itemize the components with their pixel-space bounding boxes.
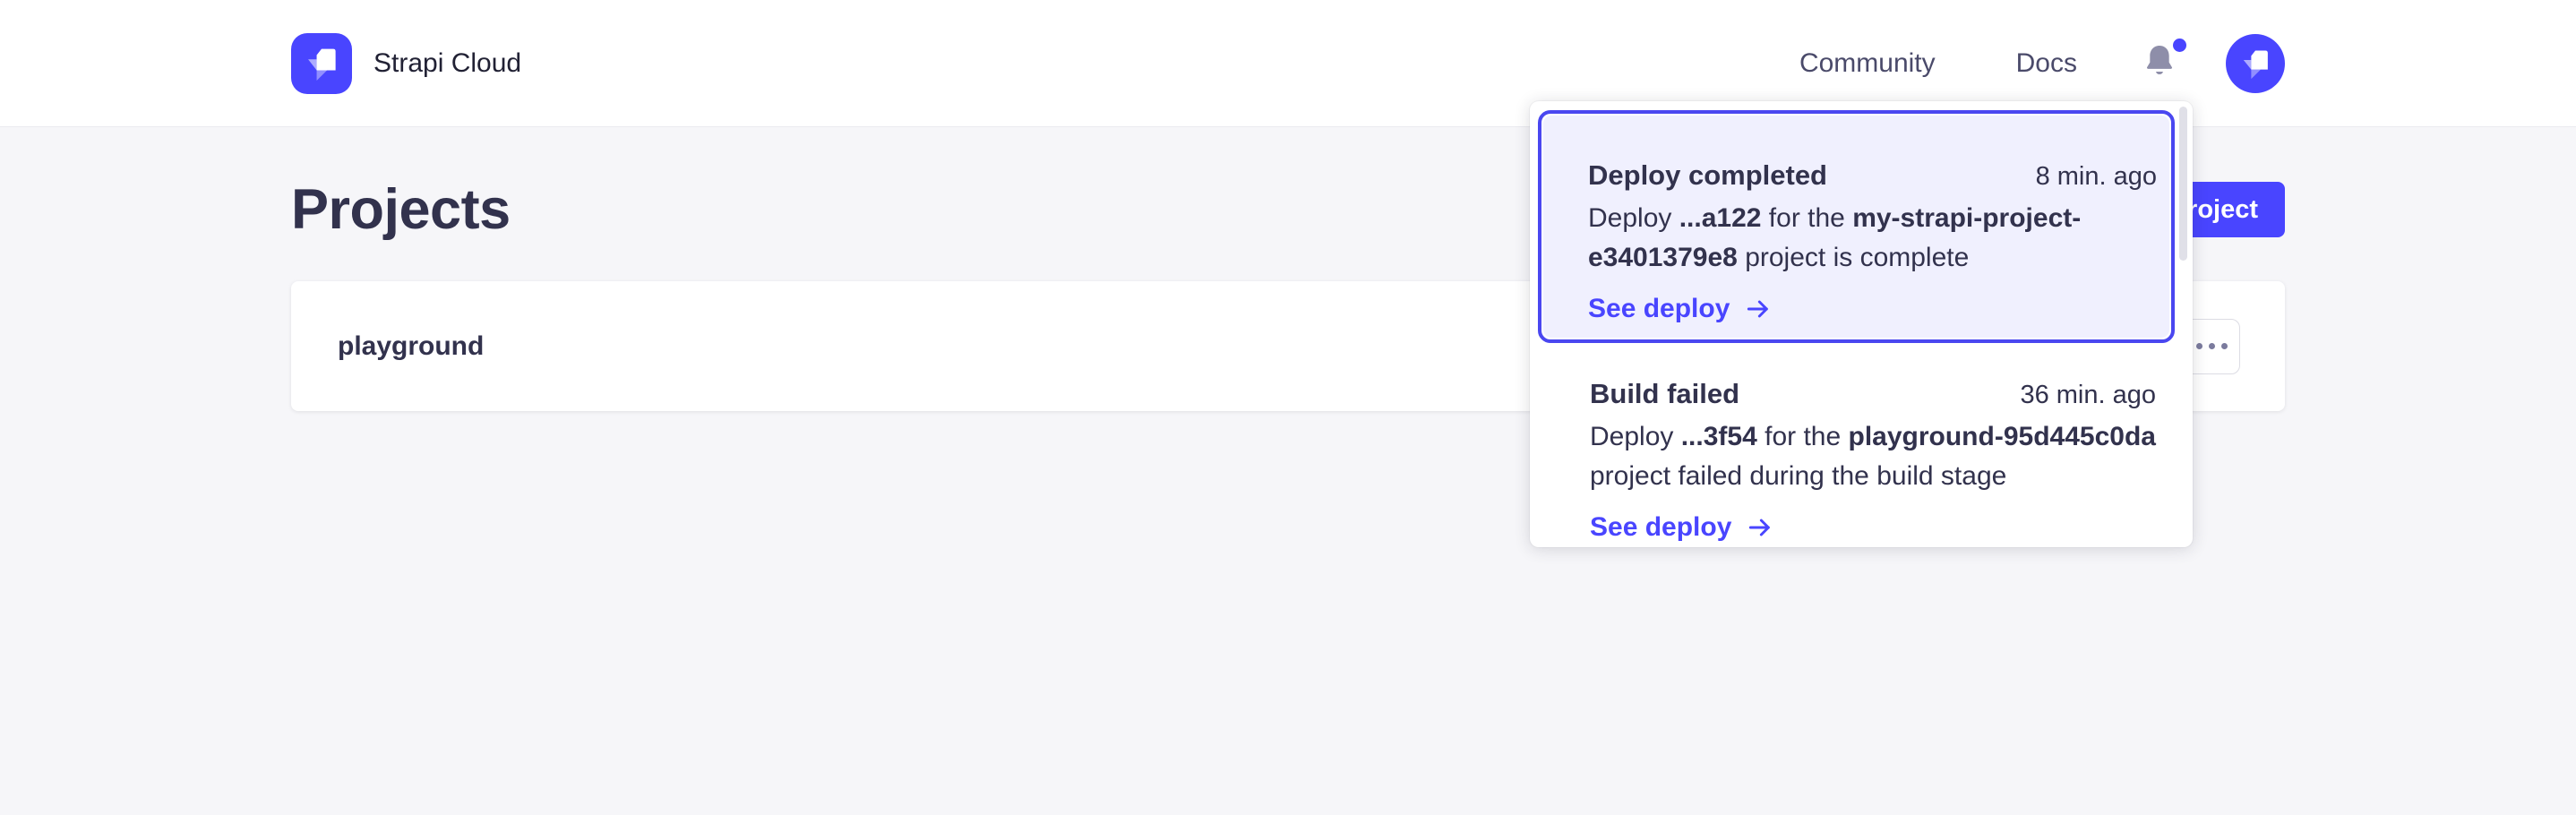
notification-title: Build failed (1590, 375, 1739, 413)
notification-timestamp: 8 min. ago (2036, 158, 2157, 195)
user-avatar[interactable] (2226, 34, 2285, 93)
notification-item-deploy-completed[interactable]: Deploy completed 8 min. ago Deploy ...a1… (1538, 110, 2175, 343)
notifications-bell-button[interactable] (2140, 42, 2179, 85)
project-name: playground (338, 331, 484, 362)
notification-body: Deploy ...3f54 for the playground-95d445… (1590, 417, 2156, 496)
strapi-logo-icon (291, 33, 352, 94)
notification-title: Deploy completed (1588, 157, 1827, 194)
nav-link-community[interactable]: Community (1799, 48, 1936, 79)
notifications-dropdown: Deploy completed 8 min. ago Deploy ...a1… (1530, 101, 2193, 547)
see-deploy-label: See deploy (1590, 509, 1731, 546)
ellipsis-icon (2196, 343, 2228, 349)
notification-body: Deploy ...a122 for the my-strapi-project… (1588, 199, 2157, 278)
arrow-right-icon (1744, 295, 1773, 323)
notification-item-build-failed[interactable]: Build failed 36 min. ago Deploy ...3f54 … (1530, 343, 2193, 546)
strapi-cloud-brand[interactable]: Strapi Cloud (291, 33, 521, 94)
avatar-strapi-mark-icon (2226, 34, 2285, 93)
navbar-links: Community Docs (1799, 34, 2285, 93)
see-deploy-link[interactable]: See deploy (1588, 290, 1773, 328)
nav-link-docs[interactable]: Docs (2016, 48, 2077, 79)
arrow-right-icon (1746, 513, 1774, 542)
notification-timestamp: 36 min. ago (2020, 376, 2156, 414)
bell-icon (2142, 42, 2177, 84)
see-deploy-link[interactable]: See deploy (1590, 509, 1774, 546)
unread-notification-dot (2173, 39, 2186, 52)
see-deploy-label: See deploy (1588, 290, 1730, 328)
brand-name: Strapi Cloud (374, 48, 521, 79)
page-title: Projects (291, 177, 511, 242)
panel-scrollbar-thumb[interactable] (2179, 107, 2187, 261)
